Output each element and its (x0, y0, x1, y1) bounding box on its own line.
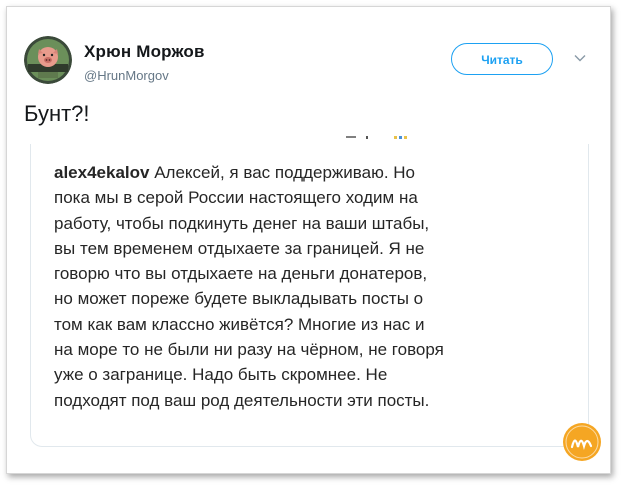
comment-line: уже о загранице. Надо быть скромнее. Не (54, 365, 388, 385)
comment-line: пока мы в серой России настоящего ходим … (54, 188, 418, 208)
follow-button[interactable]: Читать (451, 43, 553, 75)
cropped-image-edge (346, 136, 407, 139)
comment-line: Алексей, я вас поддерживаю. Но (149, 163, 416, 182)
author-handle[interactable]: @HrunMorgov (84, 68, 169, 83)
pig-avatar-icon (24, 36, 72, 84)
avatar[interactable] (24, 36, 72, 84)
author-display-name[interactable]: Хрюн Моржов (84, 42, 205, 62)
comment-line: вы тем временем отдыхаете за границей. Я… (54, 238, 425, 258)
comment-line: подходят под ваш род деятельности эти по… (54, 390, 430, 410)
site-logo-icon (563, 423, 601, 461)
comment-line: том как вам классно живётся? Многие из н… (54, 314, 425, 334)
comment-username[interactable]: alex4ekalov (54, 163, 149, 182)
tweet-text: Бунт?! (24, 101, 90, 126)
comment-line: но может пореже будете выкладывать посты… (54, 289, 424, 309)
chevron-down-icon[interactable] (574, 52, 586, 64)
quoted-comment: alex4ekalov Алексей, я вас поддерживаю. … (54, 160, 564, 413)
comment-line: на море то не были ни разу на чёрном, не… (54, 340, 444, 360)
comment-line: работу, чтобы подкинуть денег на ваши шт… (54, 213, 430, 233)
comment-line: говорю что вы отдыхаете на деньги донате… (54, 264, 428, 284)
